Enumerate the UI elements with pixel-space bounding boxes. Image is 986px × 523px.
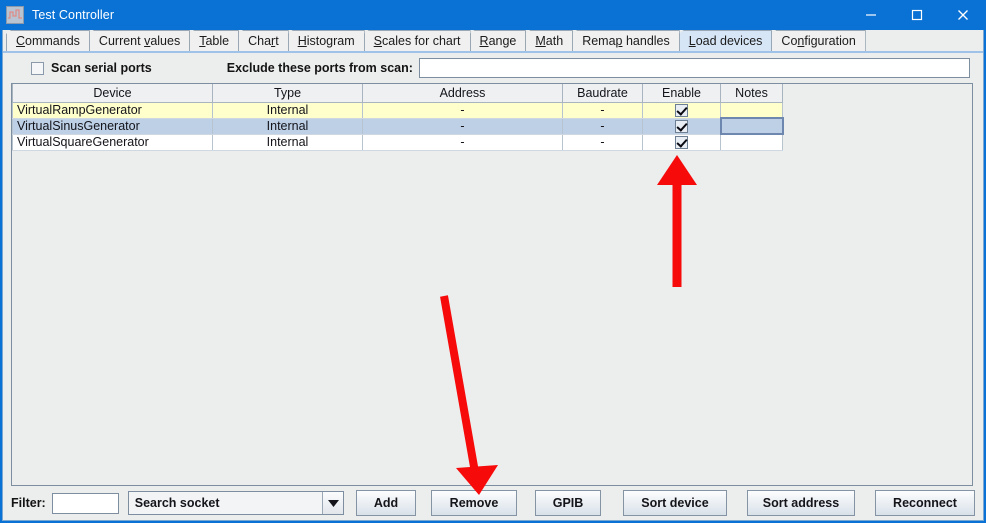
tab-scales-for-chart[interactable]: Scales for chart: [363, 30, 471, 51]
sort-device-button[interactable]: Sort device: [623, 490, 727, 516]
cell-device: VirtualSinusGenerator: [12, 118, 213, 135]
cell-notes[interactable]: [719, 117, 784, 135]
exclude-ports-label: Exclude these ports from scan:: [226, 61, 413, 75]
window-title: Test Controller: [32, 8, 115, 22]
enable-checkbox[interactable]: [675, 136, 688, 149]
scan-serial-ports-label: Scan serial ports: [51, 61, 152, 75]
cell-address: -: [362, 102, 563, 119]
device-table: Device Type Address Baudrate Enable Note…: [12, 84, 784, 151]
window-controls: [848, 0, 986, 30]
cell-enable[interactable]: [642, 118, 721, 135]
cell-notes[interactable]: [720, 134, 783, 151]
device-table-header: Device Type Address Baudrate Enable Note…: [12, 84, 783, 103]
tab-strip: Commands Current values Table Chart Histogra…: [3, 30, 983, 53]
tab-math[interactable]: Math: [525, 30, 574, 51]
cell-device: VirtualRampGenerator: [12, 102, 213, 119]
tab-label: Commands: [16, 34, 80, 48]
tab-label: Chart: [248, 34, 279, 48]
tab-load-devices[interactable]: Load devices: [678, 30, 773, 51]
cell-type: Internal: [212, 102, 363, 119]
tab-label: Current values: [98, 34, 181, 48]
tab-label: Range: [479, 34, 517, 48]
cell-baudrate: -: [562, 134, 643, 151]
add-button[interactable]: Add: [356, 490, 416, 516]
scan-options-row: Scan serial ports Exclude these ports fr…: [3, 53, 983, 83]
chart-waveform-icon: [6, 6, 24, 24]
tab-label: Load devices: [688, 34, 763, 48]
table-row[interactable]: VirtualRampGenerator Internal - -: [12, 102, 783, 119]
minimize-icon[interactable]: [848, 0, 894, 30]
scan-serial-ports-checkbox[interactable]: [31, 61, 44, 75]
tab-histogram[interactable]: Histogram: [287, 30, 365, 51]
enable-checkbox[interactable]: [675, 104, 688, 117]
cell-baudrate: -: [562, 102, 643, 119]
column-header-type[interactable]: Type: [212, 84, 363, 103]
enable-checkbox[interactable]: [674, 120, 688, 133]
tab-chart[interactable]: Chart: [238, 30, 289, 51]
client-area: Commands Current values Table Chart Histogra…: [2, 30, 984, 521]
column-header-baudrate[interactable]: Baudrate: [562, 84, 643, 103]
bottom-toolbar: Filter: Search socket Add Remove GPIB So…: [3, 486, 983, 520]
cell-type: Internal: [212, 134, 363, 151]
device-table-panel: Device Type Address Baudrate Enable Note…: [11, 83, 973, 486]
cell-baudrate: -: [562, 118, 643, 135]
gpib-button[interactable]: GPIB: [535, 490, 601, 516]
device-table-body: VirtualRampGenerator Internal - - VirtualSin…: [12, 102, 784, 151]
tab-label: Math: [535, 34, 564, 48]
cell-enable[interactable]: [642, 102, 721, 119]
table-header-row: Device Type Address Baudrate Enable Note…: [12, 84, 783, 103]
maximize-icon[interactable]: [894, 0, 940, 30]
reconnect-button[interactable]: Reconnect: [875, 490, 975, 516]
application-window: Test Controller Commands Current values Ta…: [0, 0, 986, 523]
tab-label: Configuration: [781, 34, 856, 48]
cell-device: VirtualSquareGenerator: [12, 134, 213, 151]
waveform-glyph: [8, 9, 22, 19]
tab-commands[interactable]: Commands: [6, 30, 90, 51]
tab-configuration[interactable]: Configuration: [771, 30, 866, 51]
table-row[interactable]: VirtualSinusGenerator Internal - -: [12, 117, 784, 135]
filter-input[interactable]: [51, 492, 119, 514]
remove-button[interactable]: Remove: [431, 490, 517, 516]
tab-table[interactable]: Table: [189, 30, 240, 51]
tab-current-values[interactable]: Current values: [88, 30, 191, 51]
tab-range[interactable]: Range: [469, 30, 527, 51]
filter-label: Filter:: [11, 496, 46, 510]
chevron-down-icon[interactable]: [322, 492, 343, 514]
socket-dropdown-value: Search socket: [134, 496, 220, 510]
tab-label: Histogram: [297, 34, 355, 48]
cell-notes[interactable]: [720, 102, 783, 119]
cell-address: -: [362, 118, 563, 135]
table-row[interactable]: VirtualSquareGenerator Internal - -: [12, 134, 783, 151]
close-icon[interactable]: [940, 0, 986, 30]
column-header-device[interactable]: Device: [12, 84, 213, 103]
tab-label: Scales for chart: [373, 34, 461, 48]
socket-dropdown[interactable]: Search socket: [127, 491, 344, 515]
cell-address: -: [362, 134, 563, 151]
column-header-enable[interactable]: Enable: [642, 84, 721, 103]
column-header-notes[interactable]: Notes: [720, 84, 783, 103]
tab-label: Table: [199, 34, 230, 48]
cell-type: Internal: [212, 118, 363, 135]
column-header-address[interactable]: Address: [362, 84, 563, 103]
cell-enable[interactable]: [642, 134, 721, 151]
tab-label: Remap handles: [582, 34, 670, 48]
exclude-ports-input[interactable]: [418, 58, 970, 78]
tab-remap-handles[interactable]: Remap handles: [572, 30, 680, 51]
title-bar: Test Controller: [0, 0, 986, 30]
sort-address-button[interactable]: Sort address: [747, 490, 855, 516]
